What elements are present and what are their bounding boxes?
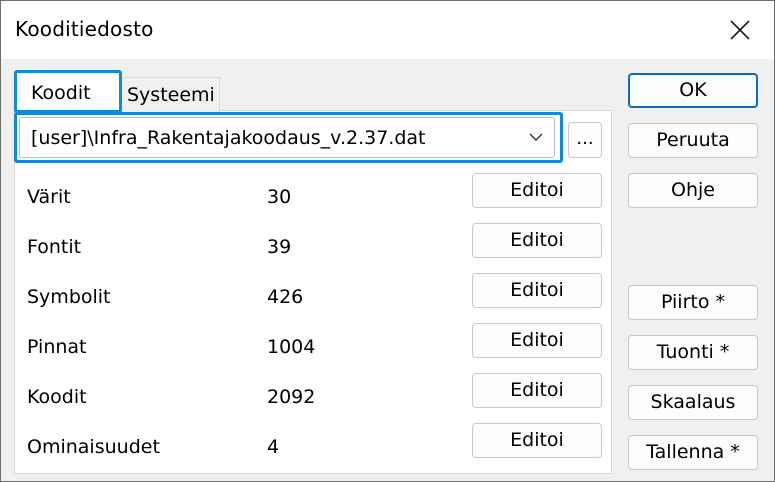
- row-count-pinnat: 1004: [267, 336, 316, 358]
- row-label-fontit: Fontit: [27, 236, 82, 258]
- cancel-button[interactable]: Peruuta: [628, 123, 758, 158]
- edit-pinnat-button[interactable]: Editoi: [472, 323, 602, 358]
- row-count-ominaisuudet: 4: [267, 436, 280, 458]
- row-label-koodit: Koodit: [27, 386, 87, 408]
- code-file-dropdown[interactable]: [user]\Infra_Rakentajakoodaus_v.2.37.dat: [19, 117, 555, 158]
- code-file-dialog: Kooditiedosto Koodit Systeemi [user]\Inf…: [0, 0, 775, 482]
- edit-fontit-button[interactable]: Editoi: [472, 223, 602, 258]
- browse-file-button[interactable]: ...: [568, 122, 602, 158]
- tab-label: Systeemi: [127, 84, 215, 106]
- edit-varit-button[interactable]: Editoi: [472, 173, 602, 208]
- tab-koodit[interactable]: Koodit: [14, 70, 122, 113]
- edit-koodit-button[interactable]: Editoi: [472, 373, 602, 408]
- edit-ominaisuudet-button[interactable]: Editoi: [472, 423, 602, 458]
- row-count-varit: 30: [267, 186, 292, 208]
- tab-label: Koodit: [31, 82, 91, 104]
- row-count-koodit: 2092: [267, 386, 316, 408]
- close-icon: [730, 20, 750, 40]
- title-bar: Kooditiedosto: [1, 1, 774, 59]
- row-count-fontit: 39: [267, 236, 292, 258]
- import-button[interactable]: Tuonti *: [628, 335, 758, 370]
- help-button[interactable]: Ohje: [628, 173, 758, 208]
- row-label-symbolit: Symbolit: [27, 286, 111, 308]
- tab-systeemi[interactable]: Systeemi: [121, 77, 220, 112]
- chevron-down-icon: [529, 133, 543, 141]
- row-label-pinnat: Pinnat: [27, 336, 87, 358]
- row-label-varit: Värit: [27, 186, 71, 208]
- save-button[interactable]: Tallenna *: [628, 435, 758, 470]
- scale-button[interactable]: Skaalaus: [628, 385, 758, 420]
- ok-button[interactable]: OK: [628, 73, 758, 108]
- close-button[interactable]: [717, 9, 763, 51]
- draw-button[interactable]: Piirto *: [628, 285, 758, 320]
- dialog-title: Kooditiedosto: [15, 17, 154, 41]
- edit-symbolit-button[interactable]: Editoi: [472, 273, 602, 308]
- row-label-ominaisuudet: Ominaisuudet: [27, 436, 160, 458]
- code-file-path: [user]\Infra_Rakentajakoodaus_v.2.37.dat: [31, 127, 426, 149]
- row-count-symbolit: 426: [267, 286, 304, 308]
